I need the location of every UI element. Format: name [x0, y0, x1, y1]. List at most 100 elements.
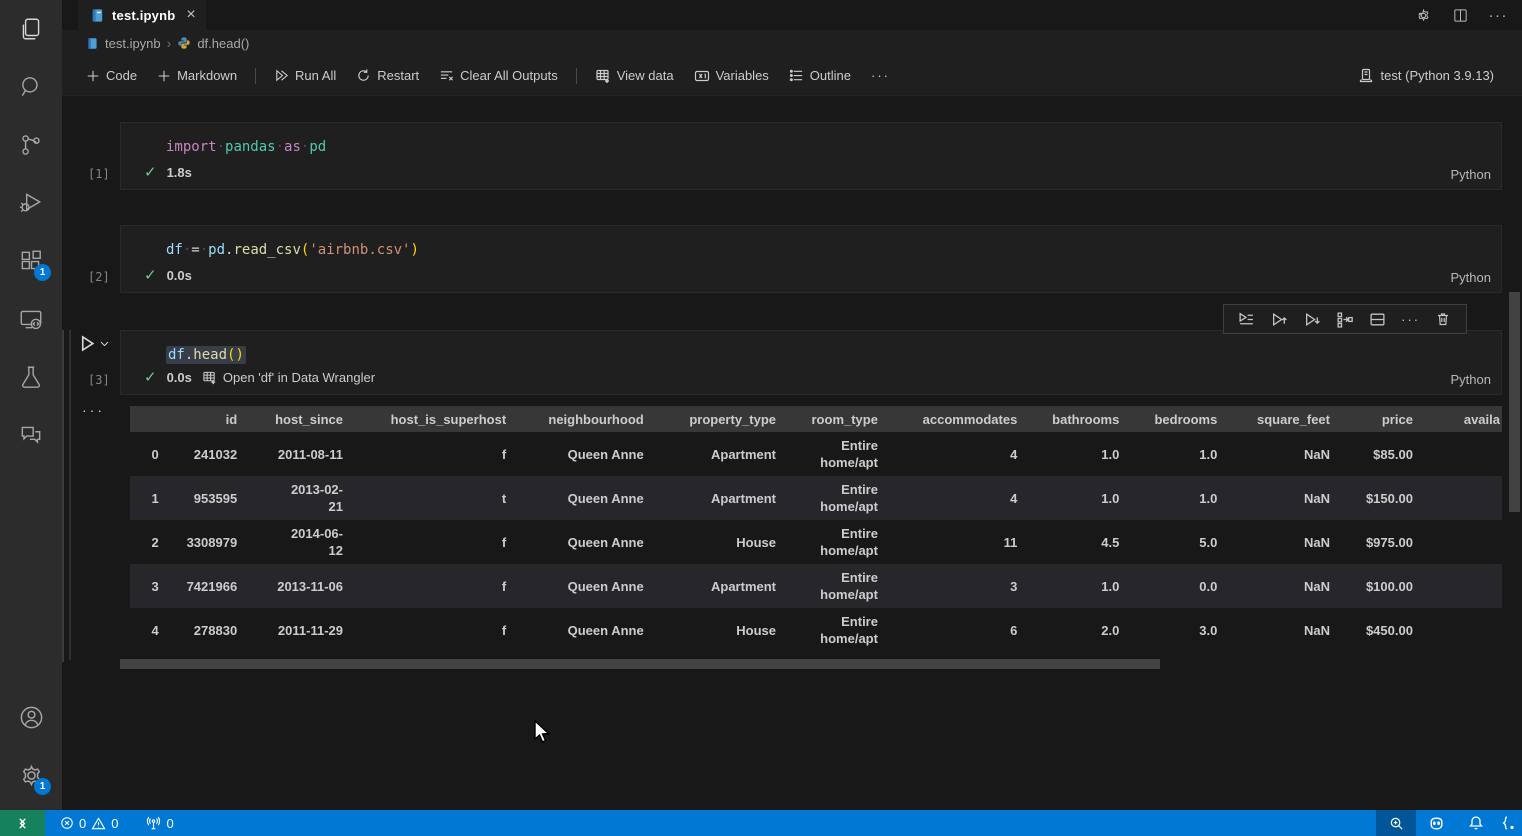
- testing-icon[interactable]: [7, 353, 55, 401]
- add-markdown-button[interactable]: Markdown: [149, 64, 245, 87]
- variables-button[interactable]: Variables: [686, 64, 777, 88]
- breadcrumb-symbol[interactable]: df.head(): [197, 36, 249, 51]
- table-header-cell: property_type: [646, 406, 778, 432]
- problems-indicator[interactable]: 0 0: [53, 810, 125, 836]
- view-data-button[interactable]: View data: [587, 64, 682, 88]
- code-line[interactable]: df.head(): [121, 331, 1501, 365]
- horizontal-scrollbar[interactable]: [120, 659, 1160, 669]
- table-header-cell: host_since: [239, 406, 345, 432]
- cell-status: ✓ 0.0s: [144, 266, 192, 284]
- table-cell: 4: [880, 476, 1019, 520]
- clear-all-outputs-button[interactable]: Clear All Outputs: [431, 64, 566, 87]
- ports-icon: [146, 816, 161, 831]
- run-all-button[interactable]: Run All: [266, 64, 344, 87]
- code-line[interactable]: df·=·pd.read_csv('airbnb.csv'): [121, 226, 1501, 260]
- explorer-icon[interactable]: [7, 5, 55, 53]
- remote-explorer-icon[interactable]: [7, 295, 55, 343]
- table-cell: t: [345, 476, 508, 520]
- execution-time: 1.8s: [167, 165, 192, 180]
- account-icon[interactable]: [7, 693, 55, 741]
- table-header-cell: price: [1332, 406, 1415, 432]
- notebook-body: import·pandas·as·pd ✓ 1.8s Python [1] df…: [62, 96, 1522, 810]
- errors-count: 0: [79, 816, 86, 831]
- settings-gear-icon[interactable]: 1: [7, 751, 55, 799]
- data-wrangler-link[interactable]: Open 'df' in Data Wrangler: [202, 370, 375, 385]
- more-actions-icon[interactable]: ···: [1489, 7, 1509, 24]
- execute-below-icon[interactable]: [1299, 307, 1325, 331]
- vertical-scrollbar[interactable]: [1509, 292, 1520, 512]
- restart-button[interactable]: Restart: [348, 64, 427, 87]
- table-cell: NaN: [1219, 608, 1332, 652]
- table-cell: 2011-08-11: [239, 432, 345, 476]
- toolbar-more-button[interactable]: ···: [863, 64, 898, 87]
- kernel-label: test (Python 3.9.13): [1381, 68, 1494, 83]
- table-cell: f: [345, 608, 508, 652]
- cell-language[interactable]: Python: [1451, 270, 1491, 285]
- comments-icon[interactable]: [7, 411, 55, 459]
- table-header-cell: room_type: [778, 406, 880, 432]
- execute-cells-icon[interactable]: [1233, 307, 1259, 331]
- data-grid-icon: [595, 68, 611, 84]
- add-code-button[interactable]: Code: [78, 64, 145, 87]
- search-icon[interactable]: [7, 63, 55, 111]
- zoom-indicator[interactable]: [1376, 810, 1416, 836]
- source-control-icon[interactable]: [7, 121, 55, 169]
- copilot-icon[interactable]: [1416, 810, 1456, 836]
- add-markdown-label: Markdown: [177, 68, 237, 83]
- code-token: ·: [276, 139, 284, 155]
- run-cell-button[interactable]: [78, 334, 110, 353]
- clear-outputs-icon: [439, 68, 454, 83]
- ports-indicator[interactable]: 0: [139, 810, 180, 836]
- split-editor-icon[interactable]: [1452, 7, 1469, 24]
- execution-count: [1]: [88, 167, 110, 181]
- outline-icon: [789, 68, 804, 83]
- code-cell-3[interactable]: df.head() ✓ 0.0s Open 'df' in Data Wrang…: [120, 330, 1502, 395]
- gear-icon[interactable]: [1415, 7, 1432, 24]
- table-cell: [1415, 608, 1502, 652]
- tab-test-ipynb[interactable]: test.ipynb ×: [78, 0, 206, 30]
- braces-icon[interactable]: [1496, 810, 1522, 836]
- remote-indicator[interactable]: [0, 810, 45, 836]
- add-code-label: Code: [106, 68, 137, 83]
- output-more-actions[interactable]: ···: [82, 402, 105, 418]
- kernel-picker[interactable]: test (Python 3.9.13): [1358, 68, 1494, 84]
- notifications-bell-icon[interactable]: [1456, 810, 1496, 836]
- code-token: df: [166, 242, 183, 258]
- join-cells-icon[interactable]: [1332, 307, 1358, 331]
- code-cell-2[interactable]: df·=·pd.read_csv('airbnb.csv') ✓ 0.0s Py…: [120, 225, 1502, 293]
- execute-above-icon[interactable]: [1266, 307, 1292, 331]
- breadcrumb-file[interactable]: test.ipynb: [105, 36, 161, 51]
- python-icon: [177, 36, 191, 50]
- table-cell: 2014-06- 12: [239, 520, 345, 564]
- tab-bar: test.ipynb × ···: [62, 0, 1522, 30]
- table-header-cell: bathrooms: [1019, 406, 1121, 432]
- cell-language[interactable]: Python: [1451, 167, 1491, 182]
- code-line[interactable]: import·pandas·as·pd: [121, 123, 1501, 157]
- table-row: 42788302011-11-29fQueen AnneHouseEntire …: [130, 608, 1502, 652]
- table-cell: [1415, 432, 1502, 476]
- cell-focus-indicator: [69, 330, 71, 660]
- run-all-icon: [274, 68, 289, 83]
- split-cell-icon[interactable]: [1365, 307, 1391, 331]
- cell-language[interactable]: Python: [1451, 372, 1491, 387]
- outline-button[interactable]: Outline: [781, 64, 859, 87]
- table-cell: Entire home/apt: [778, 520, 880, 564]
- code-cell-1[interactable]: import·pandas·as·pd ✓ 1.8s Python: [120, 122, 1502, 190]
- tab-close-icon[interactable]: ×: [186, 7, 195, 23]
- table-row: 374219662013-11-06fQueen AnneApartmentEn…: [130, 564, 1502, 608]
- view-data-label: View data: [617, 68, 674, 83]
- table-header-cell: id: [161, 406, 239, 432]
- extensions-icon[interactable]: 1: [7, 237, 55, 285]
- warnings-icon: [91, 816, 106, 831]
- table-cell: NaN: [1219, 564, 1332, 608]
- run-debug-icon[interactable]: [7, 179, 55, 227]
- table-cell: Apartment: [646, 476, 778, 520]
- code-token: head: [193, 347, 227, 363]
- status-bar: 0 0 0: [0, 810, 1522, 836]
- code-token: ·: [200, 242, 208, 258]
- toolbar-separator: [576, 68, 577, 84]
- table-cell: 278830: [161, 608, 239, 652]
- table-cell: [1415, 564, 1502, 608]
- cell-more-actions-icon[interactable]: ···: [1398, 307, 1424, 331]
- delete-cell-icon[interactable]: [1430, 307, 1456, 331]
